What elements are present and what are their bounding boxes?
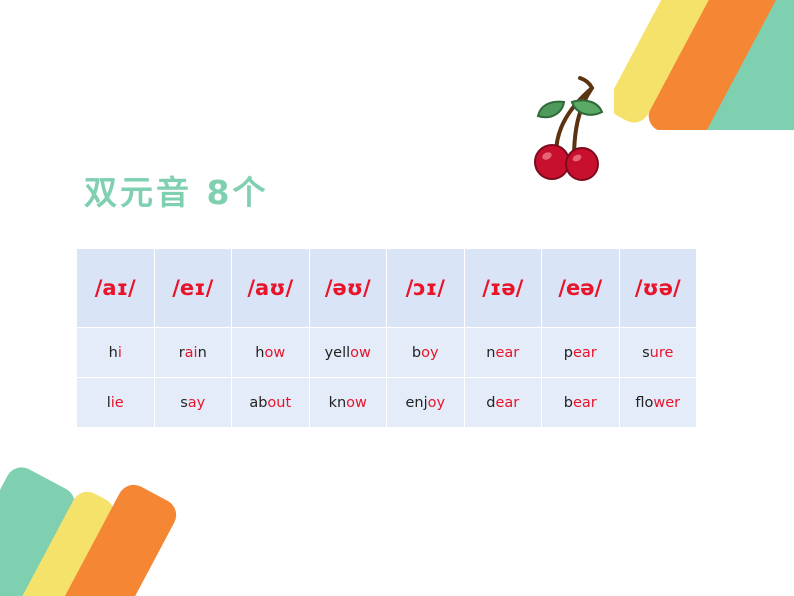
table-header-cell: /eə/ [541, 248, 620, 328]
word-cell: how [231, 327, 310, 378]
slide-canvas: 双元音 8个 /aɪ/ /eɪ/ /aʊ/ /əʊ/ /ɔɪ/ /ɪə/ /eə… [0, 0, 794, 596]
word-cell: hi [76, 327, 155, 378]
word-cell: about [231, 377, 310, 428]
table-header-cell: /əʊ/ [308, 248, 387, 328]
table-row: hi rain how yellow boy near pear sure [76, 327, 697, 378]
decor-ribbons-top-right [614, 0, 794, 130]
cherry-icon [534, 76, 604, 181]
word-cell: boy [386, 327, 465, 378]
word-cell: dear [463, 377, 542, 428]
word-cell: pear [541, 327, 620, 378]
word-cell: rain [153, 327, 232, 378]
word-cell: lie [76, 377, 155, 428]
word-cell: enjoy [386, 377, 465, 428]
table-header-cell: /aʊ/ [231, 248, 310, 328]
word-cell: say [153, 377, 232, 428]
table-header-cell: /aɪ/ [76, 248, 155, 328]
table-header-cell: /eɪ/ [153, 248, 232, 328]
decor-ribbons-bottom-left [0, 466, 190, 596]
word-cell: yellow [308, 327, 387, 378]
word-cell: know [308, 377, 387, 428]
table-header-cell: /ɪə/ [463, 248, 542, 328]
table-header-cell: /ɔɪ/ [386, 248, 465, 328]
word-cell: bear [541, 377, 620, 428]
vowel-table-wrapper: /aɪ/ /eɪ/ /aʊ/ /əʊ/ /ɔɪ/ /ɪə/ /eə/ /ʊə/ … [76, 248, 697, 428]
diphthong-table: /aɪ/ /eɪ/ /aʊ/ /əʊ/ /ɔɪ/ /ɪə/ /eə/ /ʊə/ … [76, 248, 697, 428]
page-title: 双元音 8个 [84, 173, 269, 212]
table-header-row: /aɪ/ /eɪ/ /aʊ/ /əʊ/ /ɔɪ/ /ɪə/ /eə/ /ʊə/ [76, 248, 697, 328]
table-header-cell: /ʊə/ [618, 248, 697, 328]
table-row: lie say about know enjoy dear bear flowe… [76, 377, 697, 428]
word-cell: flower [618, 377, 697, 428]
word-cell: sure [618, 327, 697, 378]
word-cell: near [463, 327, 542, 378]
